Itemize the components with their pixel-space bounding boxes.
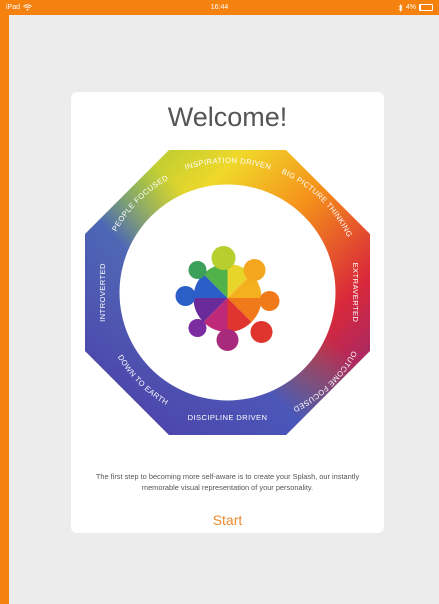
bluetooth-icon [398, 3, 403, 12]
personality-wheel: INSPIRATION DRIVEN BIG PICTURE THINKING … [85, 150, 370, 435]
battery-icon [419, 4, 433, 11]
status-right: 4% [398, 0, 433, 15]
status-bar: iPad 16:44 4% [0, 0, 439, 15]
start-button[interactable]: Start [191, 509, 264, 531]
trait-extraverted: EXTRAVERTED [351, 263, 360, 323]
intro-description: The first step to becoming more self-awa… [95, 472, 360, 492]
welcome-card: Welcome! INSPIRATION DRIVEN BIG PICTURE … [71, 92, 384, 533]
status-time: 16:44 [210, 4, 229, 11]
welcome-title: Welcome! [167, 102, 288, 132]
left-accent-bar [0, 0, 9, 604]
trait-discipline-driven: DISCIPLINE DRIVEN [188, 413, 268, 422]
trait-introverted: INTROVERTED [98, 263, 107, 322]
battery-percent: 4% [405, 4, 416, 11]
